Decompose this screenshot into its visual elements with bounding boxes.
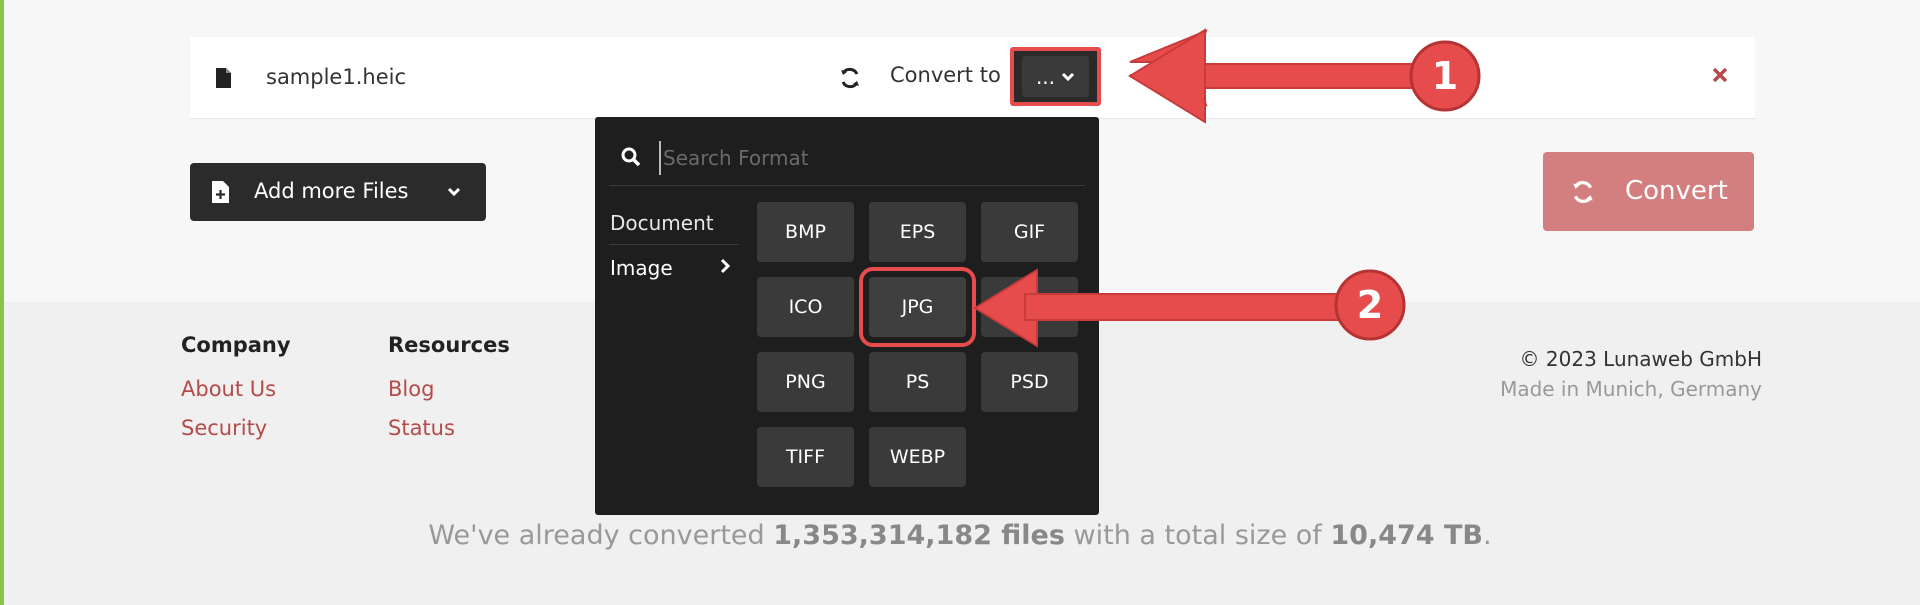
format-select-label: ...	[1035, 64, 1056, 89]
step-badge-1: 1	[1431, 54, 1459, 98]
search-icon	[621, 147, 641, 167]
category-image[interactable]: Image	[610, 256, 673, 280]
category-divider	[609, 244, 739, 245]
format-ico[interactable]: ICO	[757, 277, 854, 337]
format-gif[interactable]: GIF	[981, 202, 1078, 262]
format-jpg[interactable]: JPG	[859, 267, 976, 347]
format-tiff[interactable]: TIFF	[757, 427, 854, 487]
file-row: sample1.heic Convert to ...	[190, 37, 1755, 119]
format-search-input[interactable]	[659, 141, 1079, 175]
format-ps[interactable]: PS	[869, 352, 966, 412]
file-name: sample1.heic	[266, 65, 406, 89]
conversion-stats: We've already converted 1,353,314,182 fi…	[428, 520, 1492, 551]
stats-files-count: 1,353,314,182 files	[773, 520, 1065, 551]
add-more-files-button[interactable]: Add more Files	[190, 163, 486, 221]
footer-company-title: Company	[181, 333, 291, 357]
stats-total-size: 10,474 TB	[1330, 520, 1483, 551]
file-icon	[216, 68, 231, 88]
format-dropdown: Document Image BMP EPS GIF ICO JPG PNG P…	[595, 117, 1099, 515]
chevron-down-icon	[447, 187, 461, 197]
format-hidden-slot[interactable]	[981, 277, 1078, 337]
category-document[interactable]: Document	[610, 211, 714, 235]
close-icon[interactable]	[1710, 65, 1730, 85]
format-bmp[interactable]: BMP	[757, 202, 854, 262]
add-file-icon	[212, 181, 229, 203]
footer-link-about-us[interactable]: About Us	[181, 377, 276, 401]
format-png[interactable]: PNG	[757, 352, 854, 412]
dropdown-divider	[609, 185, 1085, 186]
sync-icon	[841, 67, 859, 89]
step-badge-2: 2	[1356, 283, 1384, 327]
sync-icon	[1573, 181, 1593, 203]
copyright: © 2023 Lunaweb GmbH	[1519, 347, 1762, 371]
format-eps[interactable]: EPS	[869, 202, 966, 262]
convert-to-label: Convert to	[890, 63, 1001, 87]
made-in: Made in Munich, Germany	[1500, 377, 1762, 401]
format-psd[interactable]: PSD	[981, 352, 1078, 412]
convert-label: Convert	[1625, 176, 1728, 206]
convert-button[interactable]: Convert	[1543, 152, 1754, 231]
footer-link-status[interactable]: Status	[388, 416, 455, 440]
footer-link-security[interactable]: Security	[181, 416, 267, 440]
footer-link-blog[interactable]: Blog	[388, 377, 434, 401]
format-select-button[interactable]: ...	[1010, 47, 1101, 106]
chevron-down-icon	[1061, 72, 1075, 81]
format-webp[interactable]: WEBP	[869, 427, 966, 487]
chevron-right-icon	[720, 258, 730, 274]
add-more-files-label: Add more Files	[254, 179, 409, 203]
footer-resources-title: Resources	[388, 333, 510, 357]
